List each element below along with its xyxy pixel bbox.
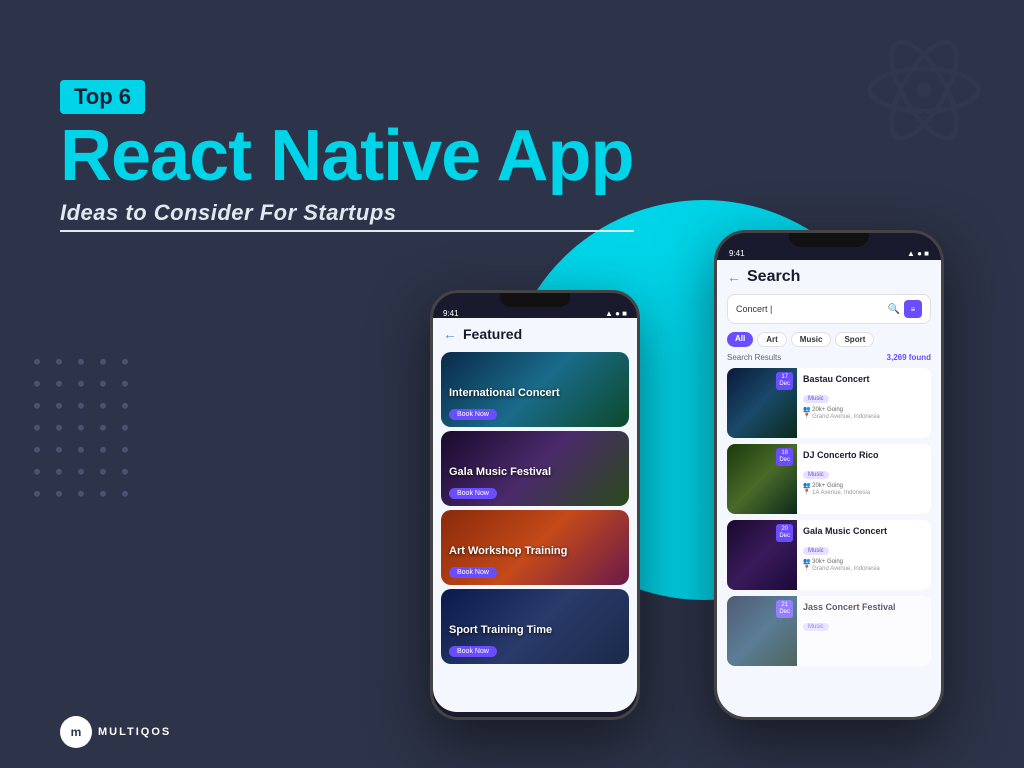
- result-img-gala: 20Dec: [727, 520, 797, 590]
- top6-badge: Top 6: [60, 80, 145, 114]
- phone2-screen: ← Search Concert | 🔍 ≡ All Art Music Spo…: [717, 260, 941, 720]
- result-img-bastau: 17Dec: [727, 368, 797, 438]
- search-icon: 🔍: [888, 304, 900, 315]
- result-name-jass: Jass Concert Festival: [803, 602, 925, 612]
- result-tag-gala: Music: [803, 547, 829, 555]
- result-date-gala: 20Dec: [776, 524, 793, 542]
- result-tag-bastau: Music: [803, 395, 829, 403]
- event-card-festival: Gala Music Festival Book Now: [441, 431, 629, 506]
- result-info-jass: Jass Concert Festival Music: [797, 596, 931, 666]
- filter-tab-art[interactable]: Art: [757, 332, 787, 347]
- event-card-concert: International Concert Book Now: [441, 352, 629, 427]
- logo-text-area: MULTIQOS: [98, 726, 171, 738]
- result-meta-dj: 👥 20k+ Going: [803, 482, 925, 489]
- result-tag-dj: Music: [803, 471, 829, 479]
- logo-letter: m: [71, 725, 82, 739]
- filter-button[interactable]: ≡: [904, 300, 922, 318]
- result-name-gala: Gala Music Concert: [803, 526, 925, 536]
- results-count: 3,269 found: [887, 353, 931, 362]
- card-art-title: Art Workshop Training: [449, 545, 621, 557]
- phone1-screen: ← Featured International Concert Book No…: [433, 318, 637, 712]
- phone2-screen-title: Search: [747, 268, 800, 286]
- card-festival-book-btn[interactable]: Book Now: [449, 488, 497, 499]
- result-card-dj[interactable]: 18Dec DJ Concerto Rico Music 👥 20k+ Goin…: [727, 444, 931, 514]
- card-concert-title: International Concert: [449, 387, 621, 399]
- result-tag-jass: Music: [803, 623, 829, 631]
- result-card-gala[interactable]: 20Dec Gala Music Concert Music 👥 30k+ Go…: [727, 520, 931, 590]
- filter-tabs: All Art Music Sport: [727, 332, 931, 347]
- phone1-status-bar: 9:41 ▲ ● ■: [433, 307, 637, 318]
- filter-tab-sport[interactable]: Sport: [835, 332, 874, 347]
- result-date-bastau: 17Dec: [776, 372, 793, 390]
- result-meta-gala: 👥 30k+ Going: [803, 558, 925, 565]
- result-img-dj: 18Dec: [727, 444, 797, 514]
- result-meta-bastau: 👥 20k+ Going: [803, 406, 925, 413]
- phone1-back-icon[interactable]: ←: [443, 326, 457, 342]
- result-img-jass: 21Dec: [727, 596, 797, 666]
- card-sport-book-btn[interactable]: Book Now: [449, 646, 497, 657]
- results-label: Search Results: [727, 353, 781, 362]
- react-logo: [864, 30, 984, 150]
- main-title: React Native App: [60, 120, 634, 192]
- event-card-sport: Sport Training Time Book Now: [441, 589, 629, 664]
- result-location-bastau: 📍 Grand Avenue, Indonesia: [803, 413, 925, 420]
- card-sport-title: Sport Training Time: [449, 624, 621, 636]
- result-date-jass: 21Dec: [776, 600, 793, 618]
- card-art-overlay: Art Workshop Training Book Now: [441, 541, 629, 585]
- card-concert-book-btn[interactable]: Book Now: [449, 409, 497, 420]
- filter-tab-music[interactable]: Music: [791, 332, 832, 347]
- card-art-book-btn[interactable]: Book Now: [449, 567, 497, 578]
- phone1-screen-title: Featured: [463, 326, 522, 342]
- decorative-dots: [30, 355, 132, 501]
- phone2-status-icons: ▲ ● ■: [907, 249, 929, 258]
- result-card-bastau[interactable]: 17Dec Bastau Concert Music 👥 20k+ Going …: [727, 368, 931, 438]
- filter-tab-all[interactable]: All: [727, 332, 753, 347]
- card-sport-overlay: Sport Training Time Book Now: [441, 620, 629, 664]
- phone2-header: ← Search: [727, 268, 931, 286]
- result-name-bastau: Bastau Concert: [803, 374, 925, 384]
- event-card-art: Art Workshop Training Book Now: [441, 510, 629, 585]
- phone2-time: 9:41: [729, 249, 745, 258]
- result-info-dj: DJ Concerto Rico Music 👥 20k+ Going 📍 1A…: [797, 444, 931, 514]
- phone1-icons: ▲ ● ■: [605, 309, 627, 318]
- result-location-gala: 📍 Grand Avenue, Indonesia: [803, 565, 925, 572]
- phone2-notch: [789, 233, 869, 247]
- result-info-bastau: Bastau Concert Music 👥 20k+ Going 📍 Gran…: [797, 368, 931, 438]
- search-bar[interactable]: Concert | 🔍 ≡: [727, 294, 931, 324]
- bottom-logo: m MULTIQOS: [60, 716, 171, 748]
- card-concert-overlay: International Concert Book Now: [441, 383, 629, 427]
- phone2-search: 9:41 ▲ ● ■ ← Search Concert | 🔍 ≡ All Ar…: [714, 230, 944, 720]
- result-name-dj: DJ Concerto Rico: [803, 450, 925, 460]
- results-header: Search Results 3,269 found: [727, 353, 931, 362]
- card-festival-overlay: Gala Music Festival Book Now: [441, 462, 629, 506]
- result-location-dj: 📍 1A Avenue, Indonesia: [803, 489, 925, 496]
- phone1-featured: 9:41 ▲ ● ■ ← Featured International Conc…: [430, 290, 640, 720]
- phone2-back-icon[interactable]: ←: [727, 269, 741, 285]
- result-card-jass[interactable]: 21Dec Jass Concert Festival Music: [727, 596, 931, 666]
- phone1-time: 9:41: [443, 309, 459, 318]
- result-date-dj: 18Dec: [776, 448, 793, 466]
- result-info-gala: Gala Music Concert Music 👥 30k+ Going 📍 …: [797, 520, 931, 590]
- subtitle: Ideas to Consider For Startups: [60, 200, 634, 232]
- search-input-value[interactable]: Concert |: [736, 304, 888, 314]
- card-festival-title: Gala Music Festival: [449, 466, 621, 478]
- phone1-header: ← Featured: [433, 318, 637, 348]
- phone1-notch: [500, 293, 570, 307]
- logo-name: MULTIQOS: [98, 726, 171, 738]
- logo-circle: m: [60, 716, 92, 748]
- header-area: Top 6 React Native App Ideas to Consider…: [60, 80, 634, 232]
